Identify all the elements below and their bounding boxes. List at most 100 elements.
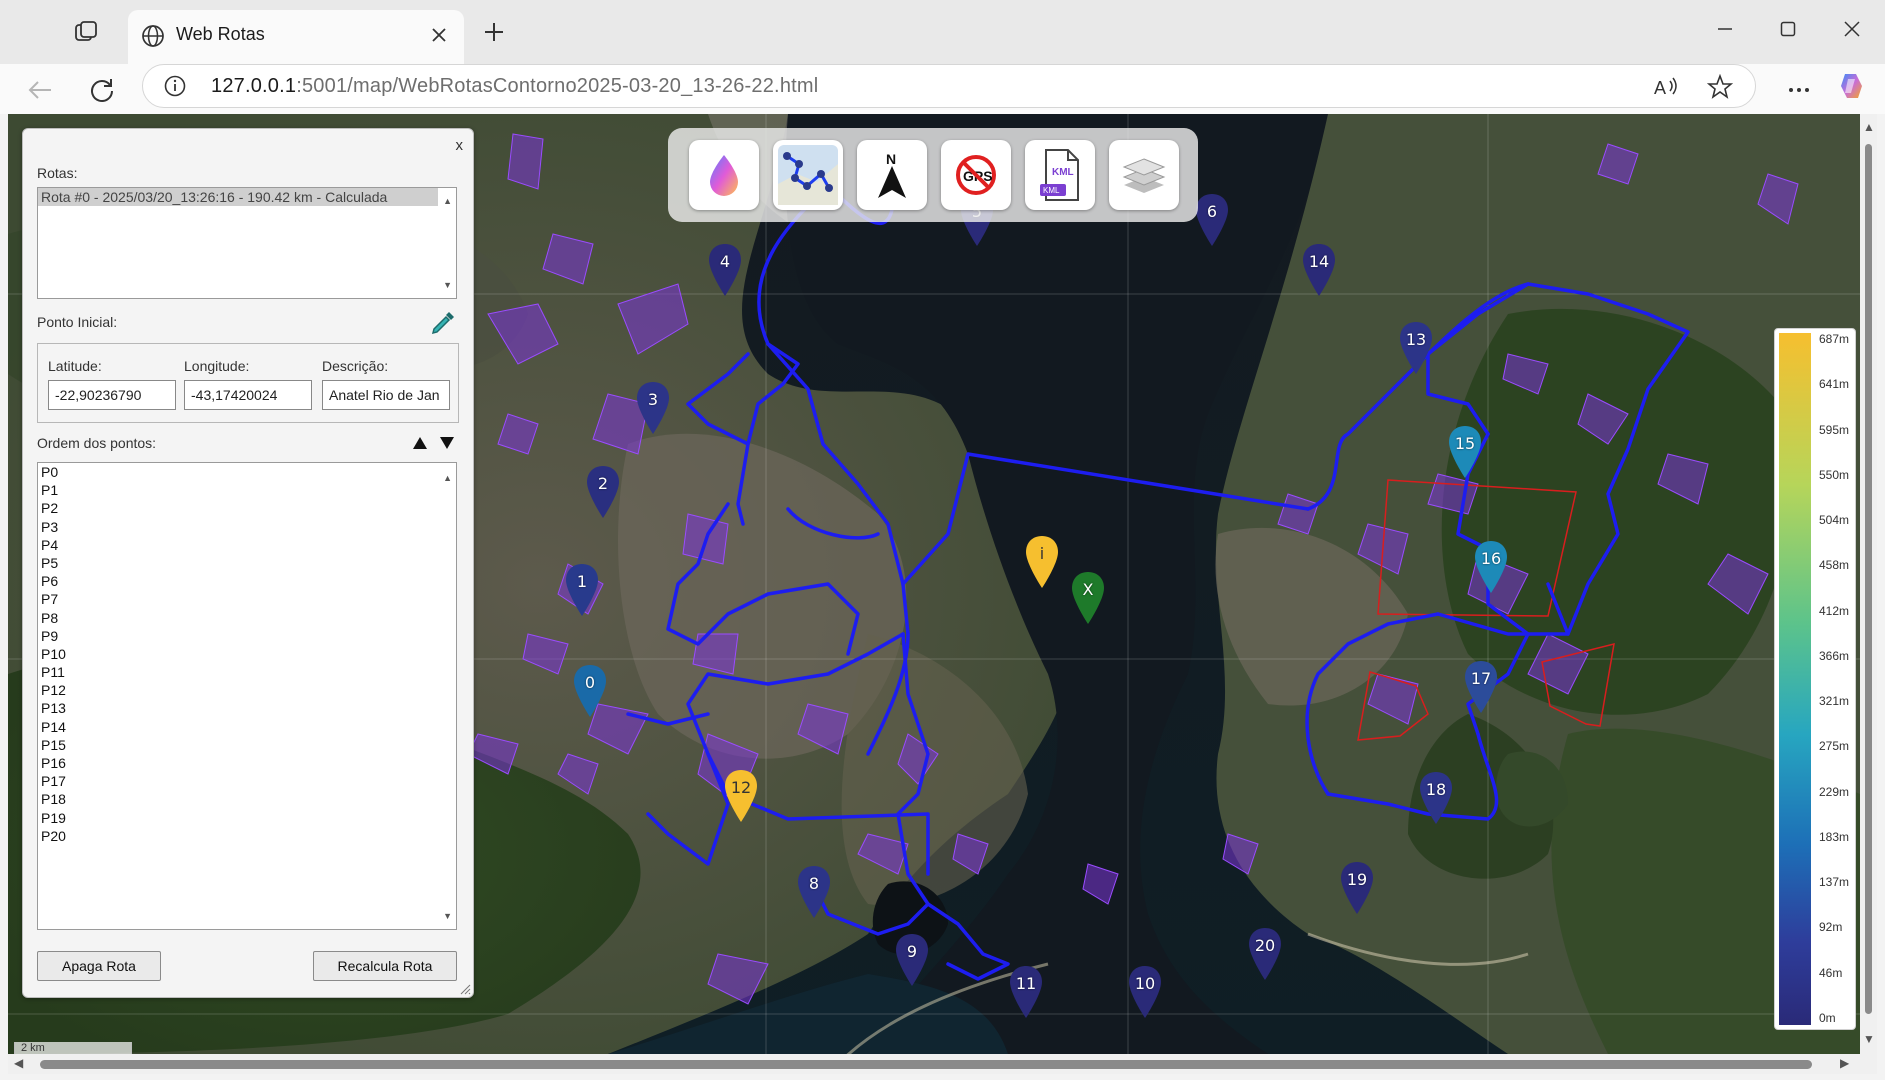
description-input[interactable] [322,380,450,410]
list-item[interactable]: P0 [38,463,456,481]
list-item[interactable]: P16 [38,754,456,772]
copilot-button[interactable] [1834,68,1870,104]
list-item[interactable]: P3 [38,518,456,536]
elevation-button[interactable] [689,140,759,210]
listbox-down-icon[interactable]: ▼ [443,911,452,921]
move-down-icon[interactable] [439,436,455,450]
recalculate-route-button[interactable]: Recalcula Rota [313,951,457,981]
route-point-marker[interactable]: 0 [571,663,609,719]
list-item[interactable]: P9 [38,627,456,645]
vertical-scrollbar[interactable]: ▲ ▼ [1860,114,1877,1054]
horizontal-scrollbar[interactable]: ◀ ▶ [8,1054,1877,1074]
layers-button[interactable] [1109,140,1179,210]
list-item[interactable]: P2 [38,499,456,517]
route-point-marker[interactable]: 14 [1300,242,1338,298]
route-point-marker[interactable]: 4 [706,242,744,298]
north-orientation-button[interactable]: N [857,140,927,210]
marker-label: 4 [719,252,731,271]
favorite-button[interactable] [1706,73,1734,101]
route-item[interactable]: Rota #0 - 2025/03/20_13:26:16 - 190.42 k… [38,188,438,207]
list-item[interactable]: P11 [38,663,456,681]
listbox-up-icon[interactable]: ▲ [443,196,452,206]
listbox-down-icon[interactable]: ▼ [443,280,452,290]
listbox-up-icon[interactable]: ▲ [443,473,452,483]
legend-label: 321m [1819,694,1850,708]
route-point-marker[interactable]: 13 [1397,320,1435,376]
horizontal-scroll-thumb[interactable] [40,1060,1812,1069]
resize-grip-icon[interactable] [459,983,471,995]
settings-more-button[interactable] [1781,72,1817,108]
points-listbox[interactable]: P0 P1 P2 P3 P4 P5 P6 P7 P8 P9 P10 P11 P1… [37,462,457,930]
list-item[interactable]: P8 [38,609,456,627]
scroll-up-icon[interactable]: ▲ [1863,120,1875,134]
list-item[interactable]: P1 [38,481,456,499]
minimize-icon [1718,28,1732,30]
list-item[interactable]: P13 [38,699,456,717]
close-tab-button[interactable] [426,22,452,48]
list-item[interactable]: P10 [38,645,456,663]
latitude-input[interactable] [48,380,176,410]
list-item[interactable]: P7 [38,590,456,608]
new-tab-button[interactable] [478,16,510,48]
pipette-icon[interactable] [429,309,457,337]
list-item[interactable]: P12 [38,681,456,699]
list-item[interactable]: P18 [38,790,456,808]
gps-toggle-button[interactable]: GPS [941,140,1011,210]
longitude-label: Longitude: [184,358,250,374]
tab-actions-button[interactable] [68,16,104,48]
route-overview-button[interactable] [773,140,843,210]
scroll-left-icon[interactable]: ◀ [14,1056,23,1070]
svg-text:KML: KML [1043,186,1060,195]
route-point-marker[interactable]: 12 [722,768,760,824]
route-point-marker[interactable]: 19 [1338,860,1376,916]
route-point-marker[interactable]: 9 [893,932,931,988]
url-text[interactable]: 127.0.0.1:5001/map/WebRotasContorno2025-… [211,75,818,98]
route-point-marker[interactable]: 20 [1246,926,1284,982]
close-panel-button[interactable]: x [456,137,464,154]
delete-route-button[interactable]: Apaga Rota [37,951,161,981]
marker-label: 16 [1480,549,1502,568]
browser-tab[interactable]: Web Rotas [128,10,464,64]
route-point-marker[interactable]: 17 [1462,659,1500,715]
move-up-icon[interactable] [412,436,428,450]
vertical-scroll-thumb[interactable] [1865,144,1872,1014]
list-item[interactable]: P19 [38,809,456,827]
route-point-marker[interactable]: 8 [795,864,833,920]
routes-listbox[interactable]: Rota #0 - 2025/03/20_13:26:16 - 190.42 k… [37,187,457,299]
list-item[interactable]: P20 [38,827,456,845]
read-aloud-button[interactable]: A [1652,73,1680,101]
route-point-marker[interactable]: 10 [1126,964,1164,1020]
end-point-marker[interactable]: X [1069,570,1107,626]
svg-text:A: A [1654,78,1666,98]
marker-label: 11 [1015,974,1037,993]
start-point-marker[interactable]: i [1023,534,1061,590]
list-item[interactable]: P5 [38,554,456,572]
list-item[interactable]: P15 [38,736,456,754]
longitude-input[interactable] [184,380,312,410]
scroll-down-icon[interactable]: ▼ [1863,1032,1875,1046]
marker-label: 9 [906,942,918,961]
export-kml-button[interactable]: KML KML [1025,140,1095,210]
site-info-icon[interactable] [163,74,187,98]
close-window-button[interactable] [1832,12,1872,46]
route-point-marker[interactable]: 11 [1007,964,1045,1020]
route-point-marker[interactable]: 2 [584,464,622,520]
reload-button[interactable] [84,72,120,108]
route-point-marker[interactable]: 1 [563,562,601,618]
address-bar[interactable]: 127.0.0.1:5001/map/WebRotasContorno2025-… [142,64,1756,108]
back-button[interactable] [22,72,58,108]
list-item[interactable]: P17 [38,772,456,790]
route-point-marker[interactable]: 16 [1472,539,1510,595]
route-point-marker[interactable]: 15 [1446,424,1484,480]
marker-label: 8 [808,874,820,893]
route-point-marker[interactable]: 6 [1193,192,1231,248]
route-point-marker[interactable]: 3 [634,380,672,436]
list-item[interactable]: P4 [38,536,456,554]
list-item[interactable]: P14 [38,718,456,736]
route-point-marker[interactable]: 18 [1417,770,1455,826]
maximize-button[interactable] [1768,12,1808,46]
list-item[interactable]: P6 [38,572,456,590]
map-tools-toolbar: N GPS KML KML [668,128,1198,222]
minimize-button[interactable] [1705,12,1745,46]
scroll-right-icon[interactable]: ▶ [1840,1056,1849,1070]
